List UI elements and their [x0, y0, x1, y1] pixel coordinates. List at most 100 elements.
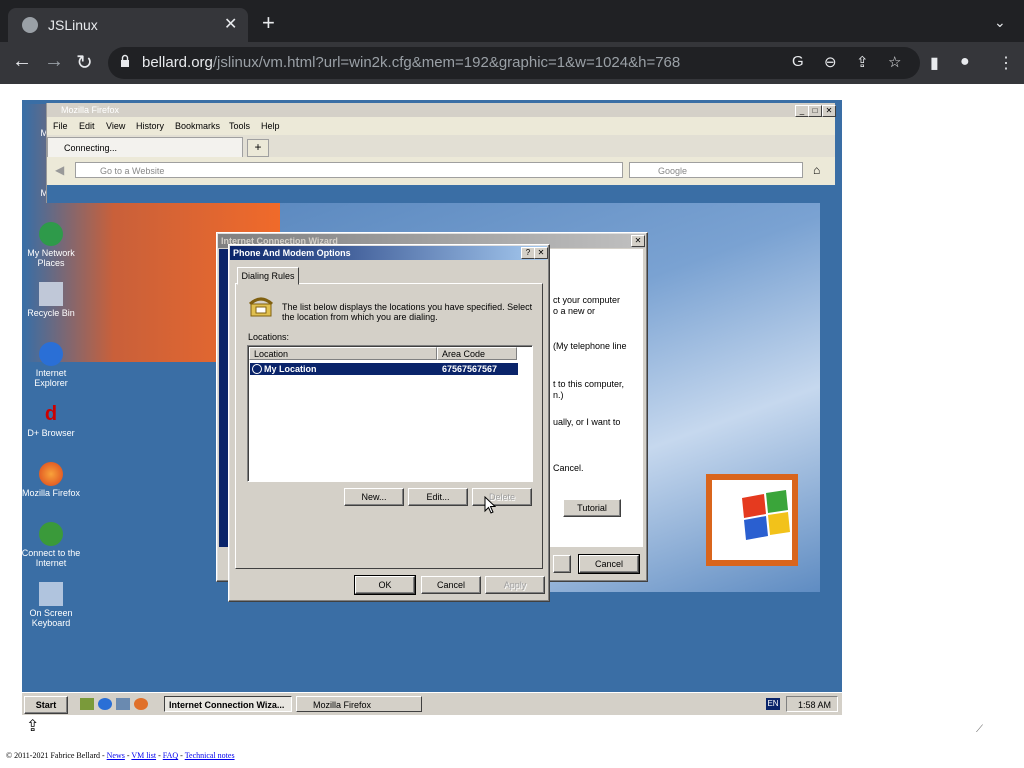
d-browser-icon: d [44, 403, 58, 425]
new-location-button[interactable]: New... [344, 488, 404, 506]
windows-logo [706, 474, 798, 566]
ie-quicklaunch-icon[interactable] [98, 698, 112, 710]
firefox-url-input[interactable]: Go to a Website [75, 162, 623, 178]
radio-selected-icon [252, 364, 262, 374]
apply-button[interactable]: Apply [485, 576, 545, 594]
icw-text: o a new or [553, 306, 596, 316]
taskbar: Start Internet Connection Wiza... Mozill… [22, 692, 842, 715]
maximize-button[interactable]: □ [808, 105, 822, 117]
firefox-search-input[interactable]: Google [629, 162, 803, 178]
menu-view[interactable]: View [106, 121, 125, 131]
tutorial-button[interactable]: Tutorial [563, 499, 621, 517]
mouse-cursor-icon [484, 496, 496, 514]
menu-bookmarks[interactable]: Bookmarks [175, 121, 220, 131]
menu-file[interactable]: File [53, 121, 68, 131]
desktop-icon-label: Recycle Bin [27, 308, 75, 318]
icw-text: Cancel. [553, 463, 584, 473]
system-clock: 1:58 AM [786, 696, 838, 712]
share-icon[interactable]: ⇪ [856, 53, 869, 71]
firefox-titlebar: Mozilla Firefox _ □ ✕ [47, 103, 836, 117]
menu-edit[interactable]: Edit [79, 121, 95, 131]
edit-location-button[interactable]: Edit... [408, 488, 468, 506]
table-row[interactable]: My Location 67567567567 [250, 363, 518, 375]
area-code-cell: 67567567567 [442, 364, 498, 374]
desktop-icon-label: Internet Explorer [34, 368, 68, 388]
firefox-quicklaunch-icon[interactable] [134, 698, 148, 710]
help-button[interactable]: ? [521, 247, 535, 259]
taskbar-item-firefox[interactable]: Mozilla Firefox [296, 696, 422, 712]
close-button[interactable]: ✕ [822, 105, 836, 117]
tab-close-icon[interactable]: ✕ [224, 14, 237, 34]
google-lens-icon[interactable]: G [792, 53, 804, 70]
profile-icon[interactable]: ● [960, 53, 970, 71]
faq-link[interactable]: FAQ [163, 751, 178, 760]
menu-tools[interactable]: Tools [229, 121, 250, 131]
locations-label: Locations: [248, 332, 290, 342]
col-header-area-code[interactable]: Area Code [437, 347, 517, 360]
icw-text: ct your computer [553, 295, 621, 305]
firefox-title: Mozilla Firefox [61, 105, 120, 115]
taskbar-item-icw[interactable]: Internet Connection Wiza... [164, 696, 292, 712]
upload-icon[interactable]: ⇪ [26, 716, 39, 736]
menu-icon[interactable]: ⋮ [998, 53, 1014, 73]
recycle-bin-icon [39, 282, 63, 306]
icw-cancel-button[interactable]: Cancel [578, 554, 640, 574]
browser-tab[interactable]: JSLinux ✕ [8, 8, 248, 42]
start-button[interactable]: Start [24, 696, 68, 714]
ok-button[interactable]: OK [354, 575, 416, 595]
firefox-tab[interactable]: Connecting... [47, 137, 243, 157]
news-link[interactable]: News [107, 751, 125, 760]
page-footer: © 2011-2021 Fabrice Bellard - News - VM … [6, 751, 235, 760]
menu-help[interactable]: Help [261, 121, 280, 131]
firefox-content [47, 185, 835, 203]
locations-list[interactable]: Location Area Code My Location 675675675… [247, 345, 533, 482]
icw-next-button-edge[interactable] [553, 555, 571, 573]
desktop-icon-osk[interactable]: On Screen Keyboard [18, 582, 84, 628]
cancel-button[interactable]: Cancel [421, 576, 481, 594]
icw-content: ct your computer o a new or (My telephon… [549, 249, 643, 547]
desktop-icon-label: My Network Places [27, 248, 75, 268]
icw-text: n.) [553, 390, 564, 400]
bookmark-star-icon[interactable]: ☆ [888, 53, 901, 71]
desktop-icon-internet-explorer[interactable]: Internet Explorer [18, 342, 84, 388]
firefox-new-tab-button[interactable]: + [247, 139, 269, 157]
url-text[interactable]: bellard.org/jslinux/vm.html?url=win2k.cf… [142, 54, 680, 71]
address-bar[interactable]: bellard.org/jslinux/vm.html?url=win2k.cf… [108, 47, 920, 79]
icw-text: (My telephone line [553, 341, 627, 351]
firefox-back-icon[interactable]: ◀ [55, 163, 64, 177]
pmo-close-button[interactable]: ✕ [534, 247, 548, 259]
back-icon[interactable]: ← [12, 50, 32, 73]
tab-dialing-rules[interactable]: Dialing Rules [237, 267, 299, 285]
icw-close-button[interactable]: ✕ [631, 235, 645, 247]
icw-text: t to this computer, [553, 379, 625, 389]
desktop-icon-firefox[interactable]: Mozilla Firefox [18, 462, 84, 498]
new-tab-button[interactable]: + [262, 12, 275, 34]
desktop-icon-recycle-bin[interactable]: Recycle Bin [18, 282, 84, 318]
network-icon [39, 222, 63, 246]
vm-list-link[interactable]: VM list [131, 751, 156, 760]
desktop-icon-connect[interactable]: Connect to the Internet [18, 522, 84, 568]
explorer-quicklaunch-icon[interactable] [116, 698, 130, 710]
chevron-down-icon[interactable]: ⌄ [994, 14, 1006, 31]
desktop-icon-d-browser[interactable]: d D+ Browser [18, 402, 84, 438]
technical-notes-link[interactable]: Technical notes [185, 751, 235, 760]
home-icon[interactable]: ⌂ [813, 163, 820, 177]
forward-icon[interactable]: → [44, 50, 64, 73]
menu-history[interactable]: History [136, 121, 164, 131]
minimize-button[interactable]: _ [795, 105, 809, 117]
zoom-icon[interactable]: ⊖ [824, 53, 837, 71]
pmo-description: The list below displays the locations yo… [282, 302, 533, 322]
resize-handle-icon[interactable]: ⟋ [976, 724, 983, 735]
col-header-location[interactable]: Location [249, 347, 437, 360]
desktop-icon-label: Mozilla Firefox [21, 488, 80, 498]
reload-icon[interactable]: ↻ [76, 50, 93, 75]
side-panel-icon[interactable]: ▮ [930, 53, 939, 73]
show-desktop-icon[interactable] [80, 698, 94, 710]
language-indicator[interactable]: EN [766, 698, 780, 710]
desktop-icon-network-places[interactable]: My Network Places [18, 222, 84, 268]
desktop-icon-label: Connect to the Internet [21, 548, 81, 568]
delete-location-button[interactable]: Delete [472, 488, 532, 506]
connect-icon [39, 522, 63, 546]
tab-title: JSLinux [48, 17, 98, 33]
browser-tabstrip: JSLinux ✕ + ⌄ [0, 0, 1024, 48]
